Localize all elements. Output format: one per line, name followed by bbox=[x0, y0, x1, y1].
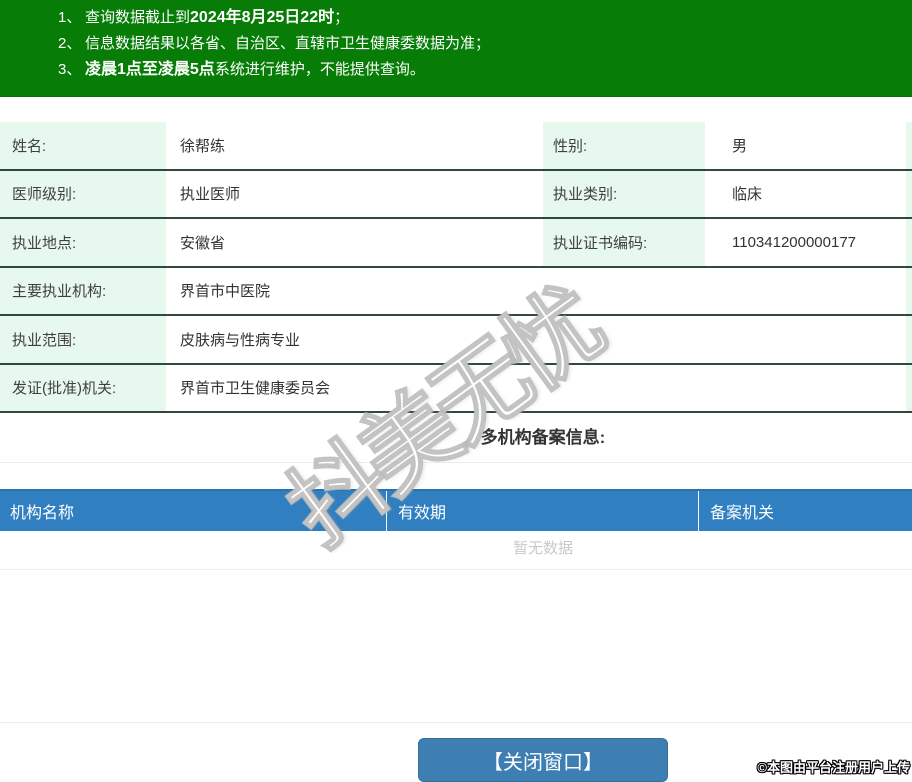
table-row: 医师级别: 执业医师 执业类别: 临床 bbox=[0, 170, 912, 219]
field-label-practice-category: 执业类别: bbox=[543, 170, 705, 217]
page-container: 1、 查询数据截止到2024年8月25日22时； 2、 信息数据结果以各省、自治区、… bbox=[0, 0, 912, 782]
table-row: 执业范围: 皮肤病与性病专业 bbox=[0, 316, 912, 365]
table-row: 姓名: 徐帮练 性别: 男 bbox=[0, 122, 912, 171]
records-empty-state: 暂无数据 bbox=[0, 531, 912, 570]
field-label-certificate-code: 执业证书编码: bbox=[543, 219, 705, 266]
notice-number: 2、 bbox=[58, 35, 82, 52]
table-edge-cell bbox=[906, 170, 912, 217]
table-edge-cell bbox=[906, 316, 912, 363]
column-header-record-authority: 备案机关 bbox=[698, 491, 912, 531]
field-value-issuing-authority: 界首市卫生健康委员会 bbox=[180, 380, 331, 398]
field-label-doctor-level: 医师级别: bbox=[0, 170, 166, 217]
field-value-practice-category: 临床 bbox=[732, 186, 763, 204]
field-label-main-institution: 主要执业机构: bbox=[0, 267, 166, 314]
records-table-header: 机构名称 有效期 备案机关 bbox=[0, 489, 912, 531]
table-row: 执业地点: 安徽省 执业证书编码: 110341200000177 bbox=[0, 219, 912, 268]
field-value-main-institution: 界首市中医院 bbox=[180, 283, 271, 301]
notice-line-2: 2、 信息数据结果以各省、自治区、直辖市卫生健康委数据为准； bbox=[0, 31, 912, 57]
notice-number: 3、 bbox=[58, 61, 82, 78]
notice-text: 查询数据截止到 bbox=[85, 9, 191, 26]
notice-text: 系统进行维护，不能提供查询。 bbox=[214, 61, 425, 78]
field-value-gender: 男 bbox=[732, 137, 748, 155]
table-edge-cell bbox=[906, 267, 912, 314]
practitioner-info-table: 姓名: 徐帮练 性别: 男 医师级别: 执业医师 执业类别: 临床 执业地点: … bbox=[0, 122, 912, 413]
field-label-practice-location: 执业地点: bbox=[0, 219, 166, 266]
field-value-practice-scope: 皮肤病与性病专业 bbox=[180, 331, 301, 349]
field-value-name: 徐帮练 bbox=[180, 137, 226, 155]
field-value-certificate-code: 110341200000177 bbox=[732, 233, 857, 251]
notice-number: 1、 bbox=[58, 9, 82, 26]
notice-text-bold: 凌晨1点至凌晨5点 bbox=[85, 61, 215, 78]
close-window-button[interactable]: 【关闭窗口】 bbox=[418, 738, 668, 782]
table-row: 主要执业机构: 界首市中医院 bbox=[0, 267, 912, 316]
notice-text: 信息数据结果以各省、自治区、直辖市卫生健康委数据为准； bbox=[85, 35, 491, 52]
field-label-issuing-authority: 发证(批准)机关: bbox=[0, 364, 166, 411]
column-header-institution-name: 机构名称 bbox=[10, 505, 75, 522]
table-edge-cell bbox=[906, 122, 912, 169]
field-label-name: 姓名: bbox=[0, 122, 166, 169]
field-value-doctor-level: 执业医师 bbox=[180, 186, 241, 204]
field-label-gender: 性别: bbox=[543, 122, 705, 169]
table-row: 发证(批准)机关: 界首市卫生健康委员会 bbox=[0, 364, 912, 413]
notice-text: ； bbox=[334, 9, 350, 26]
column-header-validity-period: 有效期 bbox=[386, 491, 698, 531]
notice-banner: 1、 查询数据截止到2024年8月25日22时； 2、 信息数据结果以各省、自治区、… bbox=[0, 0, 912, 97]
copyright-watermark: ©本图由平台注册用户上传 bbox=[757, 760, 910, 775]
notice-line-1: 1、 查询数据截止到2024年8月25日22时； bbox=[0, 5, 912, 31]
table-edge-cell bbox=[906, 364, 912, 411]
records-section-title: 多机构备案信息: bbox=[0, 413, 912, 463]
notice-line-3: 3、 凌晨1点至凌晨5点系统进行维护，不能提供查询。 bbox=[0, 57, 912, 83]
field-label-practice-scope: 执业范围: bbox=[0, 316, 166, 363]
field-value-practice-location: 安徽省 bbox=[180, 234, 226, 252]
table-edge-cell bbox=[906, 219, 912, 266]
notice-text-bold: 2024年8月25日22时 bbox=[190, 9, 335, 26]
